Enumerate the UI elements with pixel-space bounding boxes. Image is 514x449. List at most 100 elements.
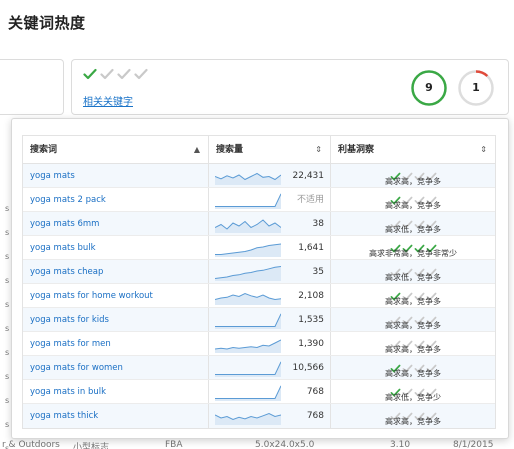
insight-cell: 高求高，竞争多 [330,188,495,211]
search-volume-value: 1,641 [298,243,324,253]
insight-text: 高求高，竞争多 [385,297,441,306]
sparkline-line [215,313,281,327]
volume-cell: 1,535 [208,308,330,331]
table-row[interactable]: yoga mats 22,431 高求高，竞争多 [23,164,495,188]
insight-text: 高求高，竞争多 [385,345,441,354]
insight-cell: 高求非常高，竞争非常少 [330,236,495,259]
table-row[interactable]: yoga mats 2 pack 不适用 高求高，竞争多 [23,188,495,212]
summary-card: 相关关键字 9 1 [71,59,509,115]
sparkline-area [215,340,281,353]
background-row-marker: s [5,204,10,213]
trend-sparkline [215,361,281,377]
sparkline-line [215,385,281,399]
trend-sparkline [215,193,281,209]
summary-card-left [0,59,64,115]
trend-sparkline [215,243,281,257]
table-row[interactable]: yoga mats in bulk 768 高求低，竞争少 [23,380,495,404]
sort-both-icon[interactable]: ⇕ [315,136,322,164]
sparkline-area [215,413,281,425]
volume-cell: 768 [208,380,330,403]
background-cell: 小型标志 [73,443,110,449]
header-insight-label: 利基洞察 [338,145,375,155]
header-keyword-label: 搜索词 [30,145,58,155]
insight-text: 高求高，竞争多 [385,417,441,426]
trend-sparkline [215,292,281,305]
keyword-link[interactable]: yoga mats cheap [23,260,208,283]
header-keyword[interactable]: 搜索词 ▲ [23,136,208,163]
table-row[interactable]: yoga mats thick 768 高求高，竞争多 [23,404,495,428]
background-cell: 8/1/2015 [453,440,494,449]
check-active-icon [83,68,97,80]
insight-text: 高求低，竞争多 [385,273,441,282]
table-row[interactable]: yoga mats cheap 35 高求低，竞争多 [23,260,495,284]
insight-text: 高求高，竞争多 [385,321,441,330]
table-row[interactable]: yoga mats for men 1,390 高求高，竞争多 [23,332,495,356]
trend-sparkline [215,266,281,281]
sparkline-area [215,173,281,185]
keyword-link[interactable]: yoga mats [23,164,208,187]
search-volume-value: 38 [312,219,324,229]
header-volume[interactable]: 搜索量 ⇕ [208,136,330,163]
background-row-marker: s [5,228,10,237]
check-inactive-icon [100,68,114,80]
table-row[interactable]: yoga mats for women 10,566 高求高，竞争多 [23,356,495,380]
sparkline-area [215,293,281,305]
table-row[interactable]: yoga mats for home workout 2,108 高求高，竞争多 [23,284,495,308]
background-cell: FBA [165,440,183,449]
insight-cell: 高求低，竞争少 [330,380,495,403]
keyword-link[interactable]: yoga mats 2 pack [23,188,208,211]
table-row[interactable]: yoga mats 6mm 38 高求低，竞争多 [23,212,495,236]
page-title: 关键词热度 [8,14,86,32]
insight-cell: 高求低，竞争多 [330,212,495,235]
keyword-link[interactable]: yoga mats for home workout [23,284,208,307]
related-keywords-link[interactable]: 相关关键字 [83,93,133,108]
trend-sparkline [215,385,281,401]
insight-text: 高求高，竞争多 [385,177,441,186]
table-row[interactable]: yoga mats for kids 1,535 高求高，竞争多 [23,308,495,332]
trend-sparkline [215,172,281,185]
insight-text: 高求低，竞争多 [385,225,441,234]
background-row-marker: s [5,348,10,357]
search-volume-value: 768 [306,411,324,421]
keyword-link[interactable]: yoga mats in bulk [23,380,208,403]
background-row-marker: s [5,372,10,381]
insight-text: 高求非常高，竞争非常少 [369,249,457,258]
background-cell: 3.10 [390,440,411,449]
table-header: 搜索词 ▲ 搜索量 ⇕ 利基洞察 ⇕ [23,136,495,164]
keyword-link[interactable]: yoga mats for women [23,356,208,379]
insight-text: 高求低，竞争少 [385,393,441,402]
background-cell: 5.0x24.0x5.0 [255,440,315,449]
volume-cell: 35 [208,260,330,283]
score-ring-green: 9 [410,69,448,107]
sort-both-icon[interactable]: ⇕ [480,136,487,164]
insight-text: 高求高，竞争多 [385,369,441,378]
search-volume-value: 768 [306,387,324,397]
keyword-link[interactable]: yoga mats for kids [23,308,208,331]
insight-cell: 高求高，竞争多 [330,308,495,331]
volume-cell: 2,108 [208,284,330,307]
header-volume-label: 搜索量 [216,145,244,155]
volume-cell: 38 [208,212,330,235]
table-body: yoga mats 22,431 高求高，竞争多 yoga mats 2 pack 不适… [23,164,495,428]
insight-text: 高求高，竞争多 [385,201,441,210]
table-row[interactable]: yoga mats bulk 1,641 高求非常高，竞争非常少 [23,236,495,260]
page: 关键词热度 相关关键字 9 1 sssssssssss r & Outdoors… [0,0,514,449]
score-ring-green-value: 9 [425,81,433,94]
sort-up-icon[interactable]: ▲ [194,136,200,164]
keyword-link[interactable]: yoga mats bulk [23,236,208,259]
trend-sparkline [215,339,281,353]
volume-cell: 10,566 [208,356,330,379]
keyword-link[interactable]: yoga mats for men [23,332,208,355]
insight-cell: 高求高，竞争多 [330,284,495,307]
check-inactive-icon [134,68,148,80]
header-insight[interactable]: 利基洞察 ⇕ [330,136,495,163]
insight-cell: 高求高，竞争多 [330,356,495,379]
keyword-link[interactable]: yoga mats thick [23,404,208,428]
keyword-table: 搜索词 ▲ 搜索量 ⇕ 利基洞察 ⇕ yoga mats 22,431 高求高，竞争… [22,135,496,429]
background-row-marker: s [5,300,10,309]
background-row-marker: s [5,420,10,429]
insight-cell: 高求高，竞争多 [330,164,495,187]
search-volume-value: 2,108 [298,291,324,301]
keyword-link[interactable]: yoga mats 6mm [23,212,208,235]
rating-checks [83,68,148,80]
